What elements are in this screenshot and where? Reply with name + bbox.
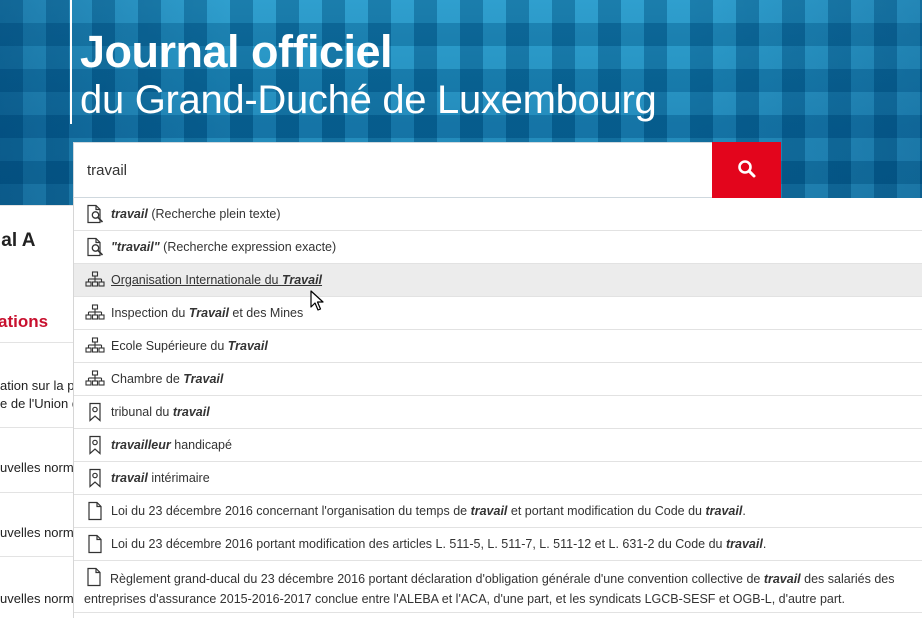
search-icon bbox=[737, 159, 757, 182]
bookmark-tag-icon bbox=[84, 401, 106, 423]
divider bbox=[0, 556, 73, 557]
suggestion-label: Chambre de Travail bbox=[111, 372, 224, 386]
suggestion-label: Loi du 23 décembre 2016 concernant l'org… bbox=[111, 504, 746, 518]
suggestion-item[interactable]: "travail" (Recherche expression exacte) bbox=[74, 231, 922, 264]
suggestion-item[interactable]: Ecole Supérieure du Travail bbox=[74, 330, 922, 363]
suggestion-item[interactable]: travail (Recherche plein texte) bbox=[74, 198, 922, 231]
divider bbox=[0, 342, 73, 343]
suggestion-label: Organisation Internationale du Travail bbox=[111, 273, 323, 287]
search-input[interactable] bbox=[73, 142, 712, 198]
suggestion-item[interactable]: Loi du 23 décembre 2016 concernant l'org… bbox=[74, 495, 922, 528]
organization-icon bbox=[84, 368, 106, 390]
divider bbox=[0, 205, 73, 206]
publication-snippet[interactable]: uvelles norme bbox=[0, 525, 73, 540]
suggestion-label: Règlement grand-ducal du 23 décembre 201… bbox=[84, 567, 922, 609]
suggestion-item[interactable]: Inspection du Travail et des Mines bbox=[74, 297, 922, 330]
suggestion-label: tribunal du travail bbox=[111, 405, 210, 419]
suggestion-item[interactable]: Loi du 23 décembre 2016 portant modifica… bbox=[74, 528, 922, 561]
publication-snippet[interactable]: uvelles norme bbox=[0, 591, 73, 606]
search-button[interactable] bbox=[712, 142, 781, 198]
divider bbox=[0, 492, 73, 493]
site-subtitle[interactable]: du Grand-Duché de Luxembourg bbox=[80, 78, 657, 123]
suggestion-label: Ecole Supérieure du Travail bbox=[111, 339, 268, 353]
left-content-column: ial A ations ation sur la pro e de l'Uni… bbox=[0, 205, 73, 618]
suggestion-label: Inspection du Travail et des Mines bbox=[111, 306, 304, 320]
document-icon bbox=[84, 567, 106, 587]
publication-snippet[interactable]: ation sur la pro bbox=[0, 378, 73, 393]
suggestion-item[interactable]: travail intérimaire bbox=[74, 462, 922, 495]
publication-snippet[interactable]: uvelles norme bbox=[0, 460, 73, 475]
section-title: ations bbox=[0, 312, 49, 331]
organization-icon bbox=[84, 302, 106, 324]
document-icon bbox=[84, 533, 106, 555]
suggestion-label: travail intérimaire bbox=[111, 471, 210, 485]
suggestion-item[interactable]: tribunal du travail bbox=[74, 396, 922, 429]
suggestion-label: Loi du 23 décembre 2016 portant modifica… bbox=[111, 537, 767, 551]
autocomplete-dropdown: travail (Recherche plein texte) "travail"… bbox=[73, 198, 922, 618]
publication-snippet[interactable]: e de l'Union du bbox=[0, 396, 73, 411]
suggestion-label: travailleur handicapé bbox=[111, 438, 232, 452]
mouse-cursor-icon bbox=[310, 290, 324, 317]
organization-icon bbox=[84, 269, 106, 291]
title-divider bbox=[70, 0, 72, 124]
section-heading: ial A bbox=[0, 230, 36, 251]
organization-icon bbox=[84, 335, 106, 357]
suggestion-label: travail (Recherche plein texte) bbox=[111, 207, 281, 221]
suggestion-item[interactable]: travailleur handicapé bbox=[74, 429, 922, 462]
document-search-icon bbox=[84, 236, 106, 258]
bookmark-tag-icon bbox=[84, 434, 106, 456]
suggestion-item[interactable]: Organisation Internationale du Travail bbox=[74, 264, 922, 297]
site-title[interactable]: Journal officiel bbox=[80, 26, 393, 78]
divider bbox=[0, 427, 73, 428]
bookmark-tag-icon bbox=[84, 467, 106, 489]
suggestion-label: "travail" (Recherche expression exacte) bbox=[111, 240, 337, 254]
document-icon bbox=[84, 500, 106, 522]
suggestion-item[interactable]: Chambre de Travail bbox=[74, 363, 922, 396]
suggestion-item[interactable]: Règlement grand-ducal du 23 décembre 201… bbox=[74, 561, 922, 613]
document-search-icon bbox=[84, 203, 106, 225]
